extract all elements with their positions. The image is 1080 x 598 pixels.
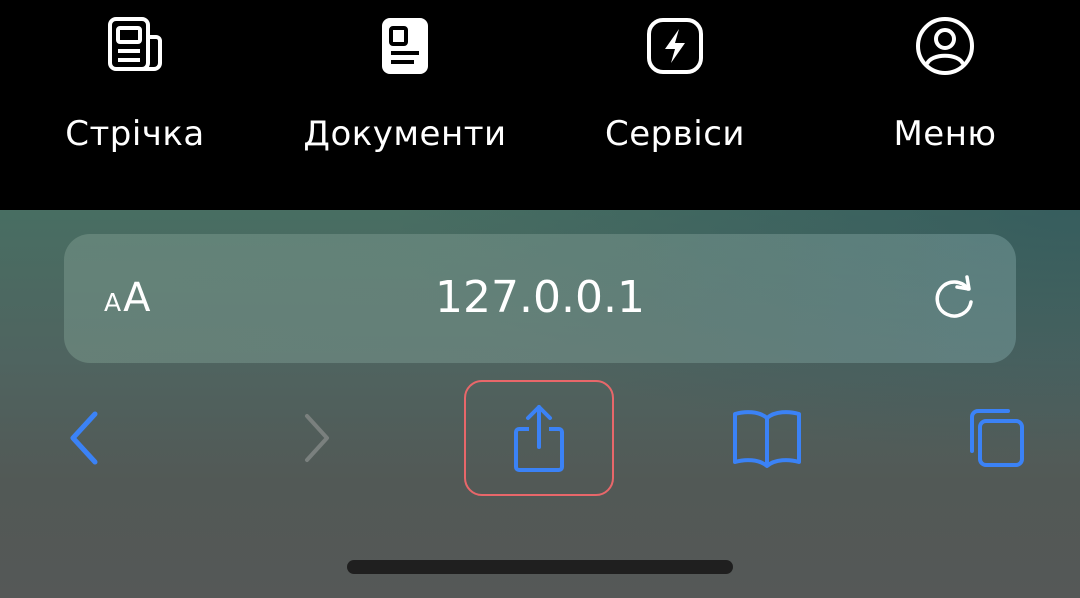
app-tab-bar: Стрічка Документи Сервіси Меню [0, 0, 1080, 210]
share-button[interactable] [464, 380, 614, 496]
tabs-icon [970, 409, 1024, 467]
menu-profile-icon [913, 14, 977, 78]
browser-nav-row [0, 380, 1080, 496]
tab-menu[interactable]: Меню [810, 0, 1080, 210]
book-icon [733, 410, 801, 468]
tab-documents-label: Документи [303, 114, 507, 154]
back-button[interactable] [40, 380, 130, 496]
tab-menu-label: Меню [893, 114, 997, 154]
reload-icon [935, 275, 973, 318]
bookmarks-button[interactable] [722, 380, 812, 496]
tab-feed-label: Стрічка [65, 114, 205, 154]
tab-services[interactable]: Сервіси [540, 0, 810, 210]
browser-toolbar: A A 127.0.0.1 [0, 210, 1080, 598]
url-text: 127.0.0.1 [435, 272, 645, 323]
services-lightning-icon [643, 14, 707, 78]
tab-feed[interactable]: Стрічка [0, 0, 270, 210]
address-bar[interactable]: A A 127.0.0.1 [64, 234, 1016, 363]
tabs-button[interactable] [950, 380, 1040, 496]
tab-documents[interactable]: Документи [270, 0, 540, 210]
forward-button[interactable] [272, 380, 362, 496]
documents-id-card-icon [373, 14, 437, 78]
chevron-left-icon [70, 411, 98, 465]
home-indicator [347, 560, 733, 574]
chevron-right-icon [305, 414, 329, 462]
feed-newspaper-icon [103, 14, 167, 78]
tab-services-label: Сервіси [604, 114, 745, 154]
share-icon [514, 405, 564, 472]
reload-button[interactable] [928, 272, 980, 324]
